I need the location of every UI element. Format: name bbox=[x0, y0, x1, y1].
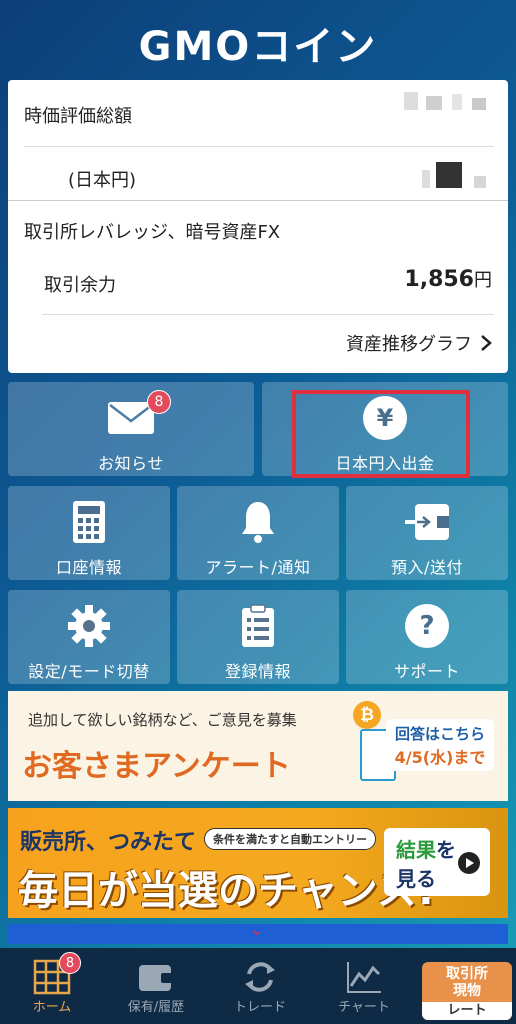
home-grid-icon: 8 bbox=[33, 952, 81, 996]
account-info-label: 口座情報 bbox=[55, 558, 122, 577]
campaign-result-button[interactable]: 結果を 見る bbox=[384, 828, 490, 896]
home-badge: 8 bbox=[59, 952, 81, 974]
margin-value: 1,856円 bbox=[404, 266, 492, 292]
transfer-tile[interactable]: 預入/送付 bbox=[346, 486, 508, 580]
question-icon: ? bbox=[405, 604, 449, 648]
tab-chart[interactable]: チャート bbox=[312, 948, 416, 1024]
notice-badge: 8 bbox=[147, 390, 171, 414]
margin-label: 取引余力 bbox=[44, 275, 116, 296]
envelope-icon: 8 bbox=[107, 390, 171, 440]
survey-deadline: 4/5(水)まで bbox=[394, 748, 486, 767]
settings-label: 設定/モード切替 bbox=[28, 662, 150, 681]
result-particle: を bbox=[436, 838, 456, 862]
account-info-tile[interactable]: 口座情報 bbox=[8, 486, 170, 580]
registration-tile[interactable]: 登録情報 bbox=[177, 590, 339, 684]
chevron-down-icon[interactable]: ⌄ bbox=[250, 920, 263, 939]
bell-icon bbox=[240, 500, 276, 544]
survey-top-text: 追加して欲しい銘柄など、ご意見を募集 bbox=[28, 711, 297, 729]
survey-answer-label: 回答はこちら bbox=[394, 725, 485, 743]
tab-holdings-label: 保有/履歴 bbox=[127, 1000, 185, 1015]
campaign-banner[interactable]: 販売所、つみたて 条件を満たすと自動エントリー 毎日が当選のチャンス! 結果を … bbox=[8, 808, 508, 918]
notice-label: お知らせ bbox=[98, 454, 164, 473]
transfer-label: 預入/送付 bbox=[391, 558, 463, 577]
campaign-line1: 販売所、つみたて bbox=[20, 830, 197, 855]
support-label: サポート bbox=[393, 662, 460, 681]
survey-headline: お客さまアンケート bbox=[22, 749, 291, 784]
jpy-label: (日本円) bbox=[68, 170, 137, 191]
tab-trade[interactable]: トレード bbox=[208, 948, 312, 1024]
rate-bottom-label: レート bbox=[422, 1002, 512, 1020]
tab-home[interactable]: 8 ホーム bbox=[0, 948, 104, 1024]
asset-summary-card: 時価評価総額 (日本円) 取引所レバレッジ、暗号資産FX 取引余力 1,856円… bbox=[8, 80, 508, 373]
jpy-value-masked bbox=[422, 162, 486, 192]
margin-unit: 円 bbox=[474, 270, 492, 291]
tab-holdings[interactable]: 保有/履歴 bbox=[104, 948, 208, 1024]
chevron-right-icon bbox=[481, 335, 492, 351]
asset-graph-label: 資産推移グラフ bbox=[346, 334, 472, 355]
alert-label: アラート/通知 bbox=[205, 558, 311, 577]
refresh-arrows-icon bbox=[241, 958, 279, 996]
calculator-icon bbox=[72, 500, 106, 544]
bitcoin-icon: ₿ bbox=[353, 701, 381, 729]
logo-text: GMOコイン bbox=[138, 24, 378, 70]
survey-banner[interactable]: 追加して欲しい銘柄など、ご意見を募集 お客さまアンケート ₿ 回答はこちら 4/… bbox=[8, 691, 508, 801]
asset-graph-link[interactable]: 資産推移グラフ bbox=[346, 330, 492, 356]
wallet-transfer-icon bbox=[403, 500, 451, 544]
alert-tile[interactable]: アラート/通知 bbox=[177, 486, 339, 580]
total-valuation-label: 時価評価総額 bbox=[24, 106, 132, 127]
highlight-box bbox=[292, 390, 470, 478]
result-word: 結果 bbox=[396, 838, 436, 862]
wallet-icon bbox=[137, 958, 175, 996]
survey-answer-box: 回答はこちら 4/5(水)まで bbox=[386, 719, 494, 771]
gmo-coin-logo: GMOコイン bbox=[0, 18, 516, 70]
question-glyph: ? bbox=[405, 604, 449, 648]
tab-chart-label: チャート bbox=[338, 1000, 390, 1015]
margin-amount: 1,856 bbox=[404, 267, 474, 292]
leverage-section-label: 取引所レバレッジ、暗号資産FX bbox=[24, 222, 281, 243]
notice-tile[interactable]: 8 お知らせ bbox=[8, 382, 254, 476]
campaign-line2: 毎日が当選のチャンス! bbox=[18, 868, 436, 914]
registration-label: 登録情報 bbox=[224, 662, 291, 681]
play-icon bbox=[458, 852, 480, 874]
gear-icon bbox=[67, 604, 111, 648]
clipboard-list-icon bbox=[240, 604, 276, 648]
spot-rate-button[interactable]: 取引所 現物 レート bbox=[422, 962, 512, 1020]
total-valuation-masked bbox=[404, 92, 486, 114]
chart-icon bbox=[345, 958, 383, 996]
rate-top-line1: 取引所 bbox=[446, 966, 488, 982]
rate-top-line2: 現物 bbox=[453, 983, 481, 999]
tab-trade-label: トレード bbox=[233, 1000, 286, 1015]
support-tile[interactable]: ? サポート bbox=[346, 590, 508, 684]
campaign-pill: 条件を満たすと自動エントリー bbox=[204, 828, 376, 850]
tab-home-label: ホーム bbox=[32, 1000, 72, 1015]
settings-tile[interactable]: 設定/モード切替 bbox=[8, 590, 170, 684]
